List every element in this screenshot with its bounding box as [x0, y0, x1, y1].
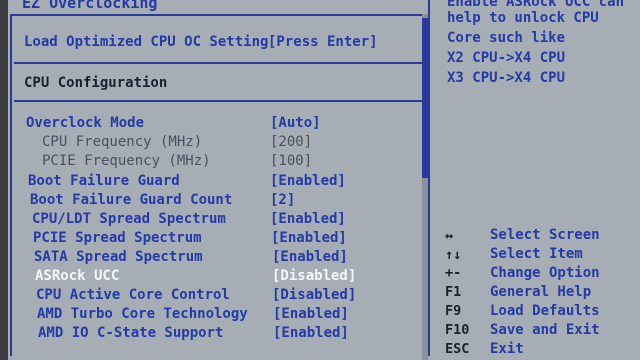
- setting-value[interactable]: [Enabled]: [271, 230, 347, 246]
- setting-label: CPU Active Core Control: [36, 287, 230, 303]
- bios-screen: EZ Overclocking Load Optimized CPU OC Se…: [0, 0, 640, 360]
- key-f1: F1: [445, 284, 462, 300]
- setting-value[interactable]: [Enabled]: [272, 249, 348, 265]
- setting-label: AMD Turbo Core Technology: [37, 306, 248, 322]
- screen-bezel: [0, 0, 8, 360]
- setting-label: CPU/LDT Spread Spectrum: [32, 211, 226, 227]
- divider: [14, 100, 422, 102]
- divider: [14, 62, 422, 64]
- key-desc-exit: Exit: [490, 341, 524, 357]
- key-plus-minus: +-: [445, 265, 462, 281]
- setting-value[interactable]: [Enabled]: [270, 211, 346, 227]
- arrows-horizontal-icon: ↔: [445, 228, 454, 244]
- section-title: CPU Configuration: [24, 75, 168, 91]
- setting-label: SATA Spread Spectrum: [34, 249, 203, 265]
- setting-label: Boot Failure Guard: [28, 173, 180, 189]
- setting-label: PCIE Spread Spectrum: [33, 230, 202, 246]
- load-optimized-oc-label: Load Optimized CPU OC Setting: [24, 34, 269, 50]
- key-desc-save-and-exit: Save and Exit: [490, 322, 600, 338]
- key-desc-load-defaults: Load Defaults: [490, 303, 600, 319]
- help-text-line: X3 CPU->X4 CPU: [447, 70, 566, 86]
- key-desc-general-help: General Help: [490, 284, 592, 300]
- help-text-line: Core such like: [447, 30, 566, 46]
- key-desc-select-item: Select Item: [490, 246, 583, 262]
- setting-value[interactable]: [Enabled]: [270, 173, 346, 189]
- setting-value[interactable]: [Enabled]: [273, 325, 349, 341]
- setting-value[interactable]: [Disabled]: [272, 268, 356, 284]
- help-text-line: Enable ASRock UCC can: [447, 0, 625, 10]
- key-esc: ESC: [445, 341, 470, 357]
- setting-value[interactable]: [100]: [270, 153, 312, 169]
- load-optimized-oc-value[interactable]: [Press Enter]: [268, 34, 378, 50]
- page-title: EZ Overclocking: [22, 0, 158, 12]
- setting-value[interactable]: [2]: [270, 192, 295, 208]
- setting-label: ASRock UCC: [35, 268, 120, 284]
- help-text-line: X2 CPU->X4 CPU: [447, 50, 566, 66]
- setting-label: Overclock Mode: [26, 115, 145, 131]
- setting-value[interactable]: [Auto]: [270, 115, 321, 131]
- key-f10: F10: [445, 322, 470, 338]
- key-desc-change-option: Change Option: [490, 265, 600, 281]
- setting-value[interactable]: [200]: [270, 134, 312, 150]
- setting-label: Boot Failure Guard Count: [30, 192, 233, 208]
- help-text-line: help to unlock CPU: [447, 10, 599, 26]
- arrows-vertical-icon: ↑↓: [445, 247, 462, 263]
- key-desc-select-screen: Select Screen: [490, 227, 600, 243]
- setting-value[interactable]: [Enabled]: [273, 306, 349, 322]
- key-f9: F9: [445, 303, 462, 319]
- setting-label: AMD IO C-State Support: [38, 325, 224, 341]
- setting-label: PCIE Frequency (MHz): [42, 153, 211, 169]
- setting-label: CPU Frequency (MHz): [42, 134, 203, 150]
- setting-value[interactable]: [Disabled]: [272, 287, 356, 303]
